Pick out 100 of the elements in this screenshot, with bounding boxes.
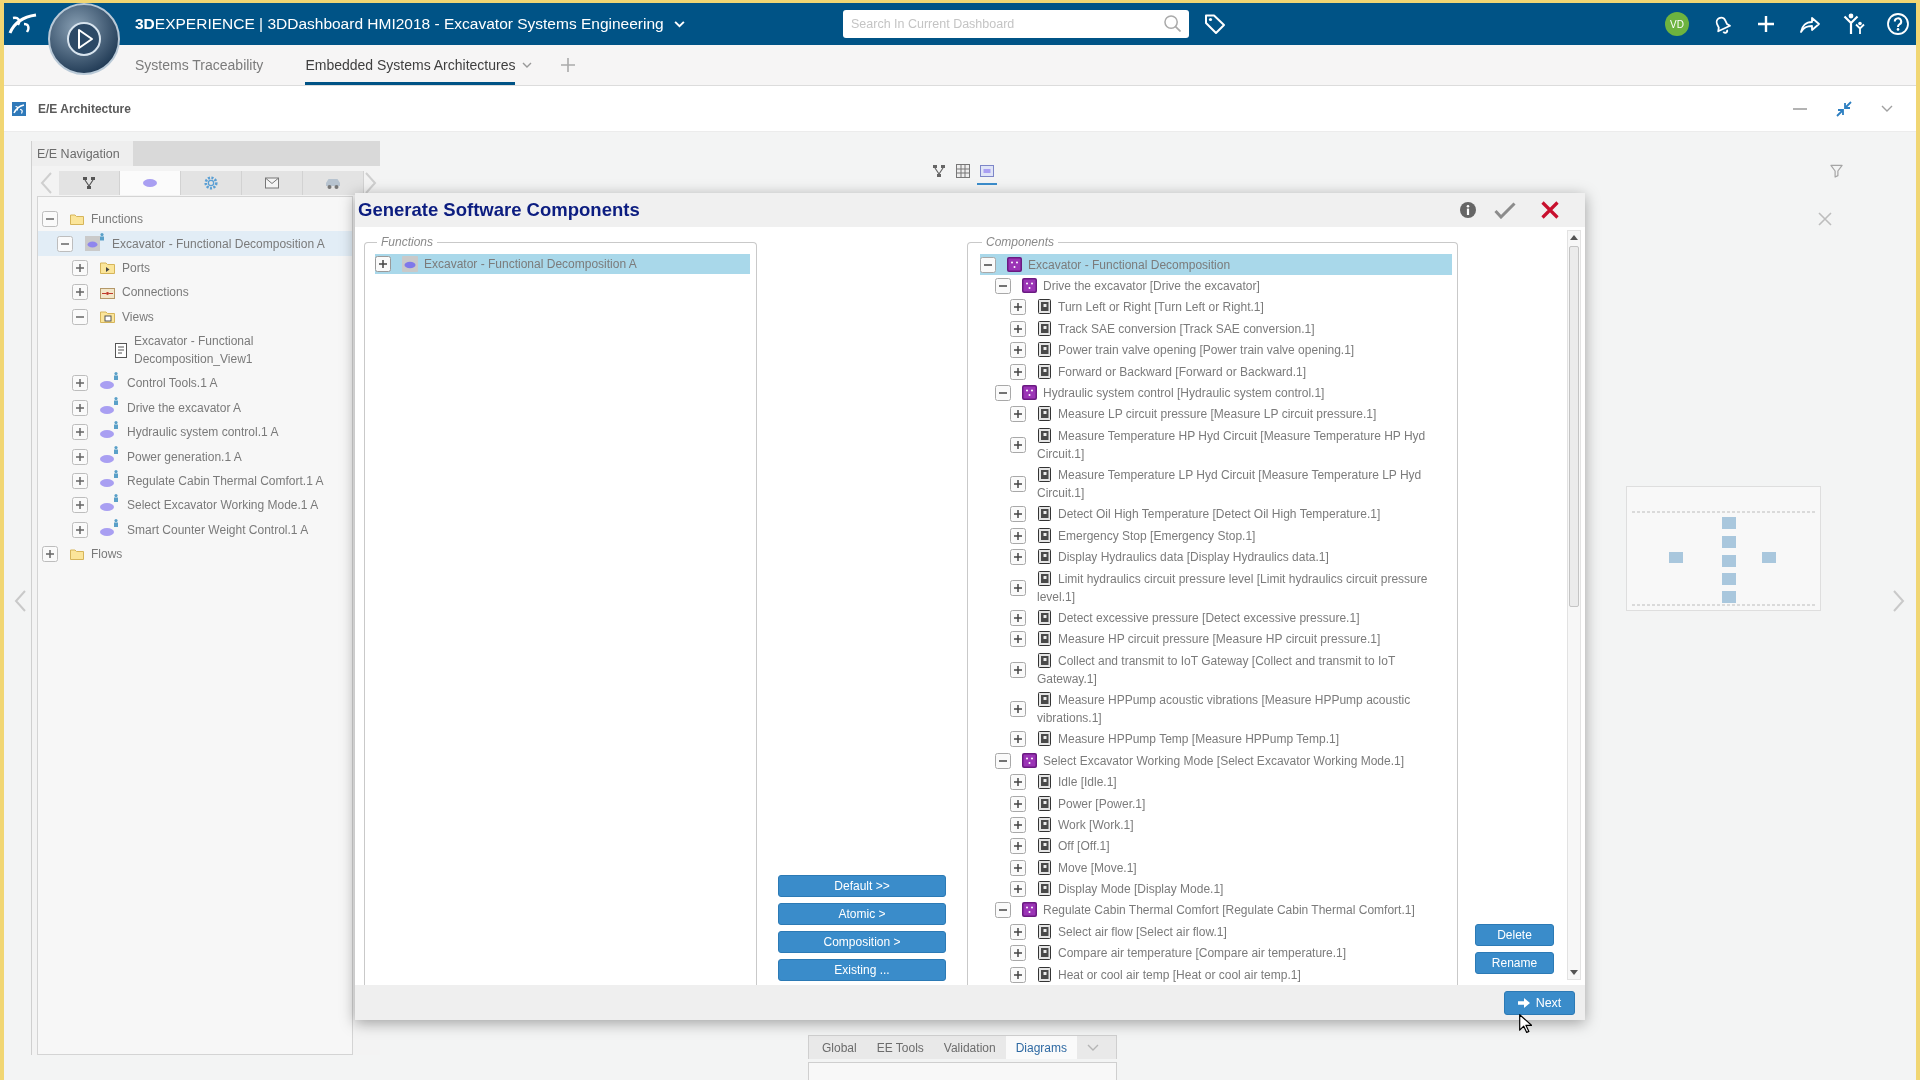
tree-item[interactable]: Detect Oil High Temperature [Detect Oil High Temperature.1] bbox=[980, 503, 1452, 526]
tree-item[interactable]: Forward or Backward [Forward or Backward.1] bbox=[980, 360, 1452, 383]
tree-item[interactable]: Work [Work.1] bbox=[980, 814, 1452, 836]
tree-item[interactable]: Hydraulic system control [Hydraulic system control.1] bbox=[980, 382, 1452, 404]
tree-item[interactable]: Control Tools.1 A bbox=[38, 371, 352, 396]
tree-item[interactable]: Power train valve opening [Power train valve opening.1] bbox=[980, 339, 1452, 361]
user-avatar[interactable]: VD bbox=[1665, 12, 1689, 36]
scrollbar[interactable] bbox=[1567, 230, 1581, 980]
tree-item[interactable]: Excavator - Functional Decomposition bbox=[980, 254, 1452, 276]
action-button[interactable]: Rename bbox=[1475, 952, 1554, 974]
plus-icon[interactable] bbox=[1010, 299, 1026, 316]
minus-icon[interactable] bbox=[42, 211, 58, 228]
plus-icon[interactable] bbox=[1010, 527, 1026, 544]
tree-item[interactable]: Drive the excavator A bbox=[38, 395, 352, 420]
action-button[interactable]: Default >> bbox=[778, 875, 946, 897]
plus-icon[interactable] bbox=[1010, 661, 1026, 678]
tree-item[interactable]: Select air flow [Select air flow.1] bbox=[980, 921, 1452, 943]
plus-icon[interactable] bbox=[1010, 816, 1026, 833]
tree-item[interactable]: Display Hydraulics data [Display Hydraulics data.1] bbox=[980, 546, 1452, 568]
logo-icon[interactable] bbox=[8, 12, 38, 36]
minus-icon[interactable] bbox=[980, 256, 996, 273]
minus-icon[interactable] bbox=[995, 278, 1011, 295]
minus-icon[interactable] bbox=[72, 308, 88, 325]
tree-item[interactable]: Measure LP circuit pressure [Measure LP circuit pressure.1] bbox=[980, 403, 1452, 425]
tree-item[interactable]: Measure Temperature LP Hyd Circuit [Measure Temperature LP Hyd Circuit.1] bbox=[980, 464, 1452, 504]
tag-icon[interactable] bbox=[1204, 13, 1226, 35]
tree-item[interactable]: Smart Counter Weight Control.1 A bbox=[38, 517, 352, 542]
plus-icon[interactable] bbox=[1010, 795, 1026, 812]
plus-icon[interactable] bbox=[1010, 320, 1026, 337]
plus-icon[interactable] bbox=[1010, 701, 1026, 718]
action-button[interactable]: Composition > bbox=[778, 931, 946, 953]
plus-icon[interactable] bbox=[1010, 881, 1026, 898]
scroll-up-icon[interactable] bbox=[1570, 235, 1578, 240]
nav-tab[interactable] bbox=[59, 171, 120, 195]
tree-item[interactable]: Limit hydraulics circuit pressure level [Limit hydraulics circuit pressure level.1] bbox=[980, 567, 1452, 608]
tree-item[interactable]: Heat or cool air temp [Heat or cool air temp.1] bbox=[980, 963, 1452, 985]
tree-item[interactable]: Measure HPPump acoustic vibrations [Measure HPPump acoustic vibrations.1] bbox=[980, 689, 1452, 729]
plus-icon[interactable] bbox=[1010, 966, 1026, 983]
tree-item[interactable]: Excavator - Functional Decomposition A bbox=[38, 231, 352, 256]
scrollbar-thumb[interactable] bbox=[1569, 246, 1579, 607]
close-icon[interactable] bbox=[1541, 201, 1559, 219]
collapse-icon[interactable] bbox=[1836, 100, 1852, 117]
action-button[interactable]: Existing ... bbox=[778, 959, 946, 981]
tree-item[interactable]: Connections bbox=[38, 280, 352, 305]
tree-item[interactable]: Collect and transmit to IoT Gateway [Collect and transmit to IoT Gateway.1] bbox=[980, 650, 1452, 690]
plus-icon[interactable] bbox=[1010, 476, 1026, 493]
tree-item[interactable]: Functions bbox=[38, 207, 352, 232]
nav-tab[interactable] bbox=[242, 171, 303, 195]
plus-icon[interactable] bbox=[1010, 774, 1026, 791]
tree-item[interactable]: Power generation.1 A bbox=[38, 444, 352, 469]
tree-item[interactable]: Move [Move.1] bbox=[980, 857, 1452, 879]
tree-item[interactable]: Power [Power.1] bbox=[980, 792, 1452, 815]
tree-item[interactable]: Excavator - Functional Decomposition A bbox=[375, 254, 750, 274]
plus-icon[interactable] bbox=[375, 256, 391, 272]
panel-tab[interactable]: EE Tools bbox=[866, 1036, 934, 1059]
plus-icon[interactable] bbox=[1010, 436, 1026, 453]
tree-item[interactable]: Compare air temperature [Compare air temperature.1] bbox=[980, 942, 1452, 964]
plus-icon[interactable] bbox=[1010, 363, 1026, 380]
plus-icon[interactable] bbox=[1010, 506, 1026, 523]
tree-item[interactable]: Hydraulic system control.1 A bbox=[38, 420, 352, 445]
help-icon[interactable] bbox=[1887, 13, 1909, 35]
plus-icon[interactable] bbox=[1010, 549, 1026, 566]
tree-item[interactable]: Turn Left or Right [Turn Left or Right.1] bbox=[980, 296, 1452, 319]
plus-icon[interactable] bbox=[1010, 945, 1026, 962]
tree-item[interactable]: Views bbox=[38, 304, 352, 329]
plus-icon[interactable] bbox=[1010, 406, 1026, 423]
minus-icon[interactable] bbox=[995, 902, 1011, 919]
plus-icon[interactable] bbox=[1010, 342, 1026, 359]
dashboard-tab[interactable]: Systems Traceability bbox=[135, 45, 264, 85]
tree-item[interactable]: Select Excavator Working Mode.1 A bbox=[38, 493, 352, 518]
plus-icon[interactable] bbox=[1010, 609, 1026, 626]
people-icon[interactable] bbox=[1843, 13, 1865, 35]
minus-icon[interactable] bbox=[57, 235, 73, 252]
tree-item[interactable]: Detect excessive pressure [Detect excessive pressure.1] bbox=[980, 607, 1452, 629]
panel-tab[interactable]: Validation bbox=[933, 1036, 1006, 1059]
minus-icon[interactable] bbox=[995, 384, 1011, 401]
panel-tab[interactable]: Diagrams bbox=[1005, 1036, 1077, 1059]
plus-icon[interactable] bbox=[1010, 923, 1026, 940]
tree-item[interactable]: Off [Off.1] bbox=[980, 835, 1452, 857]
action-button[interactable]: Delete bbox=[1475, 924, 1554, 946]
tree-item[interactable]: Display Mode [Display Mode.1] bbox=[980, 878, 1452, 900]
tree-item[interactable]: Regulate Cabin Thermal Comfort.1 A bbox=[38, 468, 352, 494]
scroll-down-icon[interactable] bbox=[1570, 970, 1578, 975]
tree-item[interactable]: Measure Temperature HP Hyd Circuit [Measure Temperature HP Hyd Circuit.1] bbox=[980, 425, 1452, 465]
tree-item[interactable]: Emergency Stop [Emergency Stop.1] bbox=[980, 525, 1452, 547]
minus-icon[interactable] bbox=[995, 752, 1011, 769]
tree-item[interactable]: Excavator - Functional Decomposition_View1 bbox=[38, 328, 352, 372]
tree-item[interactable]: Measure HP circuit pressure [Measure HP circuit pressure.1] bbox=[980, 628, 1452, 650]
next-button[interactable]: Next bbox=[1504, 990, 1575, 1015]
panel-tab[interactable]: Global bbox=[812, 1036, 867, 1059]
tree-item[interactable]: Track SAE conversion [Track SAE conversion.1] bbox=[980, 318, 1452, 340]
plus-icon[interactable] bbox=[1010, 859, 1026, 876]
tree-item[interactable]: Regulate Cabin Thermal Comfort [Regulate Cabin Thermal Comfort.1] bbox=[980, 899, 1452, 922]
tree-item[interactable]: Flows bbox=[38, 541, 352, 567]
plus-icon[interactable] bbox=[1010, 731, 1026, 748]
check-icon[interactable] bbox=[1494, 201, 1516, 219]
tree-item[interactable]: Drive the excavator [Drive the excavator] bbox=[980, 275, 1452, 297]
tree-item[interactable]: Ports bbox=[38, 255, 352, 281]
tree-item[interactable]: Idle [Idle.1] bbox=[980, 771, 1452, 793]
plus-icon[interactable] bbox=[1010, 631, 1026, 648]
